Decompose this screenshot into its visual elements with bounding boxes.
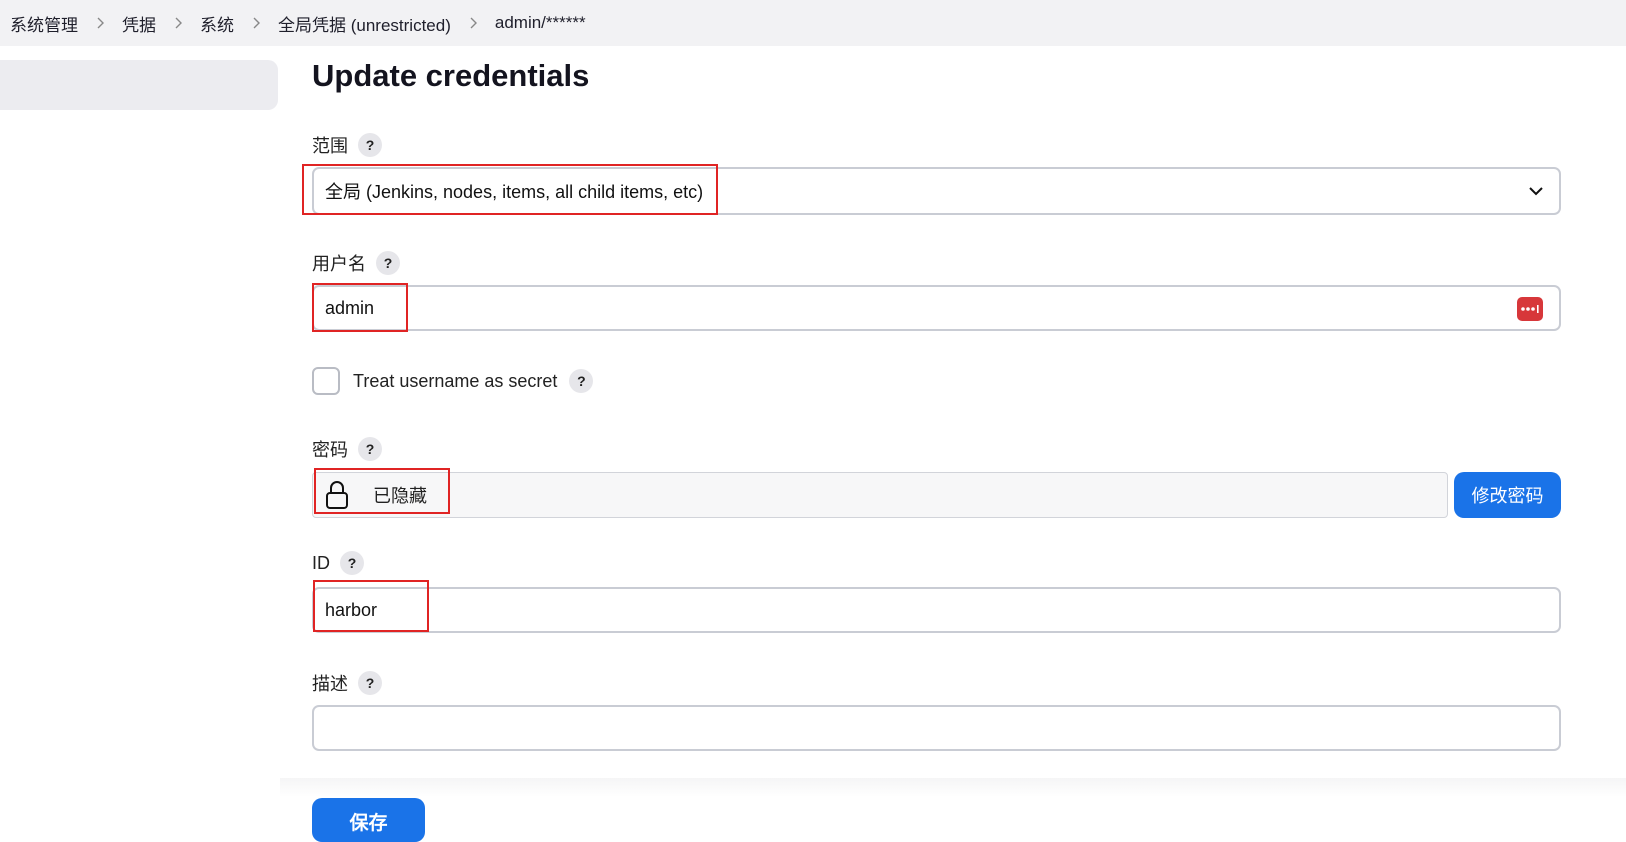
help-icon[interactable]: ? xyxy=(358,437,382,461)
chevron-right-icon xyxy=(172,17,184,29)
breadcrumb-item[interactable]: 凭据 xyxy=(122,11,156,36)
password-hidden-text: 已隐藏 xyxy=(373,486,427,506)
breadcrumb-item[interactable]: 系统管理 xyxy=(10,11,78,36)
breadcrumb: 系统管理 凭据 系统 全局凭据 (unrestricted) admin/***… xyxy=(0,0,1626,46)
chevron-right-icon xyxy=(94,17,106,29)
help-icon[interactable]: ? xyxy=(376,251,400,275)
treat-username-secret-label: Treat username as secret ? xyxy=(353,369,594,393)
password-manager-icon[interactable] xyxy=(1517,297,1543,321)
help-icon[interactable]: ? xyxy=(569,369,594,393)
breadcrumb-item[interactable]: 全局凭据 (unrestricted) xyxy=(278,11,451,36)
scope-select[interactable]: 全局 (Jenkins, nodes, items, all child ite… xyxy=(312,167,1561,215)
page-title: Update credentials xyxy=(312,58,590,93)
scope-label: 范围 ? xyxy=(312,132,382,158)
username-input[interactable]: admin xyxy=(312,285,1561,331)
description-label: 描述 ? xyxy=(312,670,382,696)
chevron-down-icon xyxy=(1529,187,1543,196)
sidebar-item[interactable] xyxy=(0,60,278,110)
treat-username-secret-checkbox[interactable] xyxy=(312,367,340,395)
scope-select-value: 全局 (Jenkins, nodes, items, all child ite… xyxy=(325,182,704,202)
id-value: harbor xyxy=(325,599,378,620)
breadcrumb-item[interactable]: 系统 xyxy=(200,11,234,36)
id-input[interactable]: harbor xyxy=(312,587,1561,633)
breadcrumb-label[interactable]: admin/****** xyxy=(495,13,586,33)
username-label-text: 用户名 xyxy=(312,254,366,274)
breadcrumb-item-current[interactable]: admin/****** xyxy=(495,13,586,33)
lock-icon xyxy=(326,481,348,509)
chevron-right-icon xyxy=(467,17,479,29)
password-hidden-field: 已隐藏 xyxy=(312,472,1448,518)
save-button[interactable]: 保存 xyxy=(312,798,425,842)
scope-label-text: 范围 xyxy=(312,136,348,156)
breadcrumb-label[interactable]: 凭据 xyxy=(122,11,156,36)
password-label: 密码 ? xyxy=(312,436,382,462)
username-label: 用户名 ? xyxy=(312,250,400,276)
change-password-button[interactable]: 修改密码 xyxy=(1454,472,1561,518)
password-label-text: 密码 xyxy=(312,440,348,460)
breadcrumb-label[interactable]: 全局凭据 (unrestricted) xyxy=(278,11,451,36)
description-input[interactable] xyxy=(312,705,1561,751)
username-value: admin xyxy=(325,297,375,318)
treat-username-secret-text: Treat username as secret xyxy=(353,370,558,391)
id-label: ID ? xyxy=(312,551,364,575)
breadcrumb-label[interactable]: 系统管理 xyxy=(10,11,78,36)
help-icon[interactable]: ? xyxy=(340,551,364,575)
id-label-text: ID xyxy=(312,552,330,573)
breadcrumb-label[interactable]: 系统 xyxy=(200,11,234,36)
description-label-text: 描述 xyxy=(312,674,348,694)
help-icon[interactable]: ? xyxy=(358,671,382,695)
chevron-right-icon xyxy=(250,17,262,29)
help-icon[interactable]: ? xyxy=(358,133,382,157)
save-bar xyxy=(280,778,1626,826)
